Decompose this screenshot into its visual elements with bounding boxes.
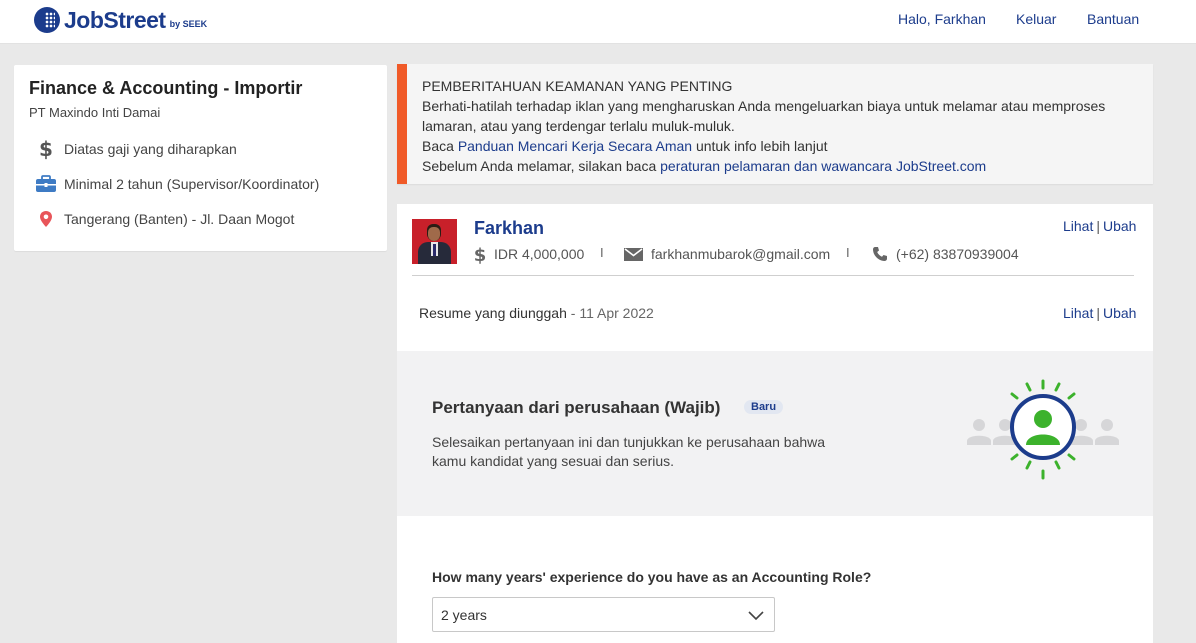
profile-salary: $ IDR 4,000,000 — [474, 244, 584, 264]
location-pin-icon — [34, 210, 58, 228]
notice-line: lamaran, atau yang terdengar terlalu mul… — [422, 118, 735, 134]
job-title: Finance & Accounting - Importir — [29, 78, 303, 98]
description-line: Selesaikan pertanyaan ini dan tunjukkan … — [432, 434, 826, 450]
job-company: PT Maxindo Inti Damai — [29, 105, 161, 120]
profile-name: Farkhan — [474, 218, 545, 238]
application-panel: Farkhan $ IDR 4,000,000 I farkhanmubarok… — [397, 204, 1153, 643]
dollar-icon: $ — [474, 244, 486, 264]
jobstreet-logo[interactable]: JobStreet by SEEK — [34, 7, 207, 33]
job-location: Tangerang (Banten) - Jl. Daan Mogot — [64, 211, 295, 227]
dollar-icon: $ — [34, 138, 58, 160]
jobstreet-logo-icon — [34, 7, 60, 33]
notice-line: Sebelum Anda melamar, silakan baca perat… — [422, 156, 1105, 176]
profile-salary-value: IDR 4,000,000 — [494, 246, 585, 262]
resume-info: Resume yang diunggah - 11 Apr 2022 — [419, 305, 654, 321]
envelope-icon — [624, 247, 643, 261]
job-experience: Minimal 2 tahun (Supervisor/Koordinator) — [64, 176, 320, 192]
action-separator: | — [1096, 305, 1100, 321]
notice-text: Sebelum Anda melamar, silakan baca — [422, 158, 661, 174]
experience-years-select[interactable]: 2 years — [432, 597, 775, 632]
job-salary-row: $ Diatas gaji yang diharapkan — [34, 137, 237, 161]
svg-text:$: $ — [474, 245, 486, 264]
logo-text: JobStreet — [64, 6, 166, 33]
job-salary: Diatas gaji yang diharapkan — [64, 141, 237, 157]
phone-icon — [872, 246, 888, 262]
selected-value: 2 years — [441, 606, 487, 623]
resume-label: Resume yang diunggah — [419, 305, 567, 321]
profile-actions: Lihat | Ubah — [1063, 218, 1136, 234]
questions-title: Pertanyaan dari perusahaan (Wajib) — [432, 398, 721, 417]
profile-phone-value: (+62) 83870939004 — [896, 246, 1019, 262]
chevron-down-icon[interactable] — [748, 608, 764, 624]
logo-subtext: by SEEK — [169, 19, 208, 29]
nav-help-link[interactable]: Bantuan — [1087, 11, 1139, 27]
view-profile-link[interactable]: Lihat — [1063, 218, 1093, 234]
briefcase-icon — [34, 175, 58, 193]
resume-date: 11 Apr 2022 — [579, 305, 654, 321]
edit-profile-link[interactable]: Ubah — [1103, 218, 1136, 234]
new-badge: Baru — [744, 400, 784, 414]
candidate-highlight-illustration-icon — [964, 379, 1122, 489]
questions-description: Selesaikan pertanyaan ini dan tunjukkan … — [432, 433, 852, 471]
view-resume-link[interactable]: Lihat — [1063, 305, 1093, 321]
action-separator: | — [1096, 218, 1100, 234]
job-location-row: Tangerang (Banten) - Jl. Daan Mogot — [34, 207, 294, 231]
employer-questions-banner: Pertanyaan dari perusahaan (Wajib) Baru … — [397, 351, 1153, 516]
notice-line: Berhati-hatilah terhadap iklan yang meng… — [422, 98, 1106, 114]
nav-logout-link[interactable]: Keluar — [1016, 11, 1056, 27]
notice-line: Baca Panduan Mencari Kerja Secara Aman u… — [422, 136, 1105, 156]
top-header: JobStreet by SEEK Halo, Farkhan Keluar B… — [0, 0, 1196, 44]
profile-phone: (+62) 83870939004 — [872, 244, 1019, 264]
job-summary-card: Finance & Accounting - Importir PT Maxin… — [14, 65, 387, 251]
profile-email: farkhanmubarok@gmail.com — [624, 244, 830, 264]
divider — [412, 275, 1134, 276]
separator: I — [846, 245, 850, 260]
notice-text: untuk info lebih lanjut — [692, 138, 828, 154]
profile-email-value: farkhanmubarok@gmail.com — [651, 246, 831, 262]
avatar — [412, 219, 457, 264]
svg-text:$: $ — [39, 138, 53, 160]
edit-resume-link[interactable]: Ubah — [1103, 305, 1136, 321]
notice-text: Baca — [422, 138, 458, 154]
resume-dash: - — [566, 305, 580, 321]
resume-actions: Lihat | Ubah — [1063, 305, 1136, 321]
screening-question-label: How many years' experience do you have a… — [432, 569, 872, 585]
separator: I — [600, 245, 604, 260]
security-notice: PEMBERITAHUAN KEAMANAN YANG PENTING Berh… — [397, 64, 1153, 184]
notice-heading: PEMBERITAHUAN KEAMANAN YANG PENTING — [422, 78, 733, 94]
description-line: kamu kandidat yang sesuai dan serius. — [432, 453, 675, 469]
safe-job-guide-link[interactable]: Panduan Mencari Kerja Secara Aman — [458, 138, 692, 154]
nav-greeting-link[interactable]: Halo, Farkhan — [898, 11, 986, 27]
application-rules-link[interactable]: peraturan pelamaran dan wawancara JobStr… — [660, 158, 986, 174]
job-experience-row: Minimal 2 tahun (Supervisor/Koordinator) — [34, 172, 319, 196]
